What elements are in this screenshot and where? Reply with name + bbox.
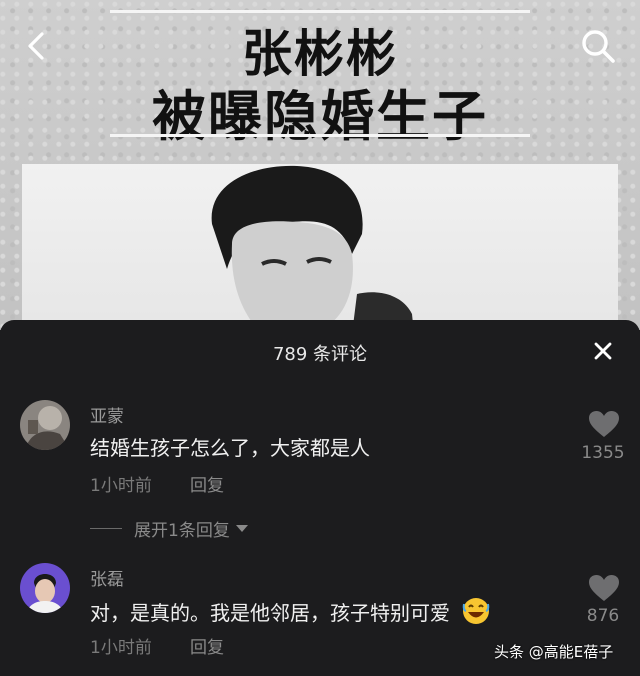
video-area[interactable]: 张彬彬 被曝隐婚生子	[0, 0, 640, 334]
avatar[interactable]	[20, 400, 70, 450]
video-frame-photo	[22, 164, 618, 334]
heart-icon	[589, 575, 619, 601]
laughing-emoji-icon	[461, 596, 491, 626]
heart-icon	[589, 411, 619, 437]
person-photo-icon	[211, 165, 414, 334]
comment-text: 对，是真的。我是他邻居，孩子特别可爱	[90, 601, 450, 625]
comment-item: 张磊 对，是真的。我是他邻居，孩子特别可爱 1小时前 回复 876	[0, 480, 640, 658]
comment-username[interactable]: 亚蒙	[90, 402, 124, 427]
comment-time: 1小时前	[90, 638, 152, 658]
avatar-image-icon	[20, 400, 70, 450]
like-button[interactable]	[588, 410, 620, 438]
like-count: 1355	[581, 443, 625, 463]
avatar-image-icon	[20, 563, 70, 613]
search-button[interactable]	[578, 26, 618, 66]
back-button[interactable]	[18, 28, 54, 64]
comment-panel: 789 条评论 亚蒙 结婚生孩子怎么了，大家都是人 1小时前 回复 1355 展…	[0, 320, 640, 676]
reply-button[interactable]: 回复	[190, 633, 224, 658]
like-count: 876	[586, 606, 620, 626]
comment-item: 亚蒙 结婚生孩子怎么了，大家都是人 1小时前 回复 1355	[0, 320, 640, 496]
back-arrow-icon	[28, 32, 44, 60]
title-divider-top	[110, 10, 530, 13]
video-title-line2: 被曝隐婚生子	[152, 85, 488, 148]
like-button[interactable]	[588, 574, 620, 602]
comment-username[interactable]: 张磊	[90, 565, 124, 590]
search-icon	[582, 30, 615, 63]
video-title-banner: 张彬彬 被曝隐婚生子	[0, 0, 640, 160]
comment-text-row: 对，是真的。我是他邻居，孩子特别可爱	[90, 596, 491, 626]
title-divider-bottom	[110, 134, 530, 137]
source-watermark: 头条 @高能E蓓子	[494, 643, 614, 661]
avatar[interactable]	[20, 563, 70, 613]
comment-text: 结婚生孩子怎么了，大家都是人	[90, 436, 370, 460]
